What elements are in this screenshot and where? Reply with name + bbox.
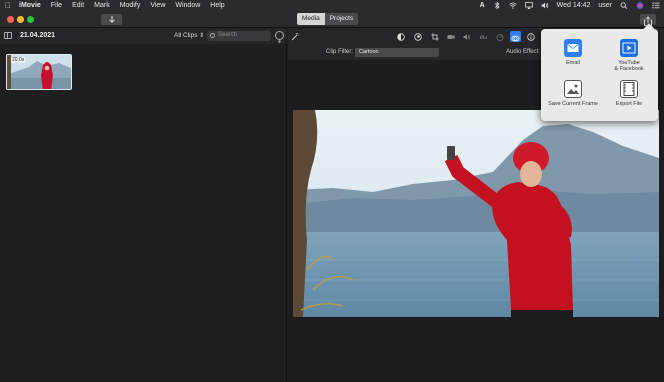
menu-help[interactable]: Help [210,2,224,9]
share-youtube-facebook-label: YouTube & Facebook [614,60,644,72]
volume-adjust-icon[interactable] [463,33,471,41]
share-popover: Email YouTube & Facebook Save Current Fr… [541,29,658,121]
search-placeholder: Search [218,32,238,38]
color-correction-icon[interactable] [414,33,422,41]
browser-header: 21.04.2021 All Clips ⇕ Search [0,28,287,44]
menu-modify[interactable]: Modify [120,2,141,9]
event-date-title: 21.04.2021 [20,32,56,39]
noise-reduction-icon[interactable] [480,33,488,41]
audio-effect-label: Audio Effect: [506,49,540,55]
share-export-file-label: Export File [615,101,643,107]
fullscreen-window-button[interactable] [27,16,34,23]
bluetooth-icon[interactable] [493,1,501,10]
updown-chevron-icon: ⇕ [199,33,205,39]
media-browser: 21.04.2021 All Clips ⇕ Search 20.0s [0,28,287,382]
filter-circles-icon [511,35,520,42]
airplay-icon[interactable] [524,2,533,9]
share-youtube-facebook-item[interactable]: YouTube & Facebook [601,39,657,72]
video-frame-image [293,110,659,317]
menu-file[interactable]: File [51,2,62,9]
volume-icon[interactable] [541,2,549,9]
spotlight-search-icon[interactable] [620,2,628,9]
crop-icon[interactable] [431,33,439,41]
share-email-label: Email [566,60,580,66]
share-save-frame-item[interactable]: Save Current Frame [545,80,601,107]
window-toolbar: Media Projects [0,11,664,28]
speed-icon[interactable] [496,33,504,41]
menu-bar:  iMovie File Edit Mark Modify View Wind… [0,0,664,11]
youtube-facebook-icon [620,39,638,57]
browser-settings-icon[interactable] [275,31,284,43]
media-projects-switch: Media Projects [297,13,359,25]
share-export-file-item[interactable]: Export File [601,80,657,107]
email-icon [564,39,582,57]
clip-filter-tool-button[interactable] [510,31,521,42]
save-frame-icon [564,80,582,98]
clip-duration: 20.0s [11,57,26,63]
status-area: A Wed 14:42 user [480,0,660,11]
tab-media[interactable]: Media [297,13,325,25]
wifi-icon[interactable] [508,2,517,9]
search-icon [210,33,215,38]
siri-icon[interactable] [636,2,644,9]
share-save-frame-label: Save Current Frame [548,101,598,107]
input-source-indicator[interactable]: A [480,2,485,9]
minimize-window-button[interactable] [17,16,24,23]
app-menu[interactable]: iMovie [19,2,41,9]
search-input[interactable]: Search [207,31,271,41]
close-window-button[interactable] [7,16,14,23]
import-arrow-icon [108,16,115,23]
menu-view[interactable]: View [150,2,165,9]
stabilization-icon[interactable] [447,33,455,41]
tab-projects[interactable]: Projects [324,13,359,25]
clip-filter-selector[interactable]: Cartoon [355,48,439,57]
sidebar-toggle-icon[interactable] [4,32,12,39]
menubar-clock[interactable]: Wed 14:42 [557,2,591,9]
info-icon[interactable] [527,33,535,41]
clip-filter-dropdown[interactable]: All Clips ⇕ [174,32,204,39]
clip-filter-label: All Clips [174,32,198,39]
menu-edit[interactable]: Edit [72,2,84,9]
apple-menu-icon[interactable]:  [3,1,13,10]
clip-filter-label: Clip Filter: [326,49,354,55]
video-preview[interactable] [293,110,659,317]
menu-window[interactable]: Window [175,2,200,9]
menubar-user[interactable]: user [598,2,612,9]
video-clip-thumbnail[interactable]: 20.0s [6,54,72,90]
import-media-button[interactable] [101,14,122,25]
share-email-item[interactable]: Email [545,39,601,66]
export-file-icon [620,80,638,98]
menu-mark[interactable]: Mark [94,2,110,9]
magic-wand-icon[interactable] [291,33,299,41]
color-balance-icon[interactable] [397,33,405,41]
notification-center-icon[interactable] [652,2,660,9]
